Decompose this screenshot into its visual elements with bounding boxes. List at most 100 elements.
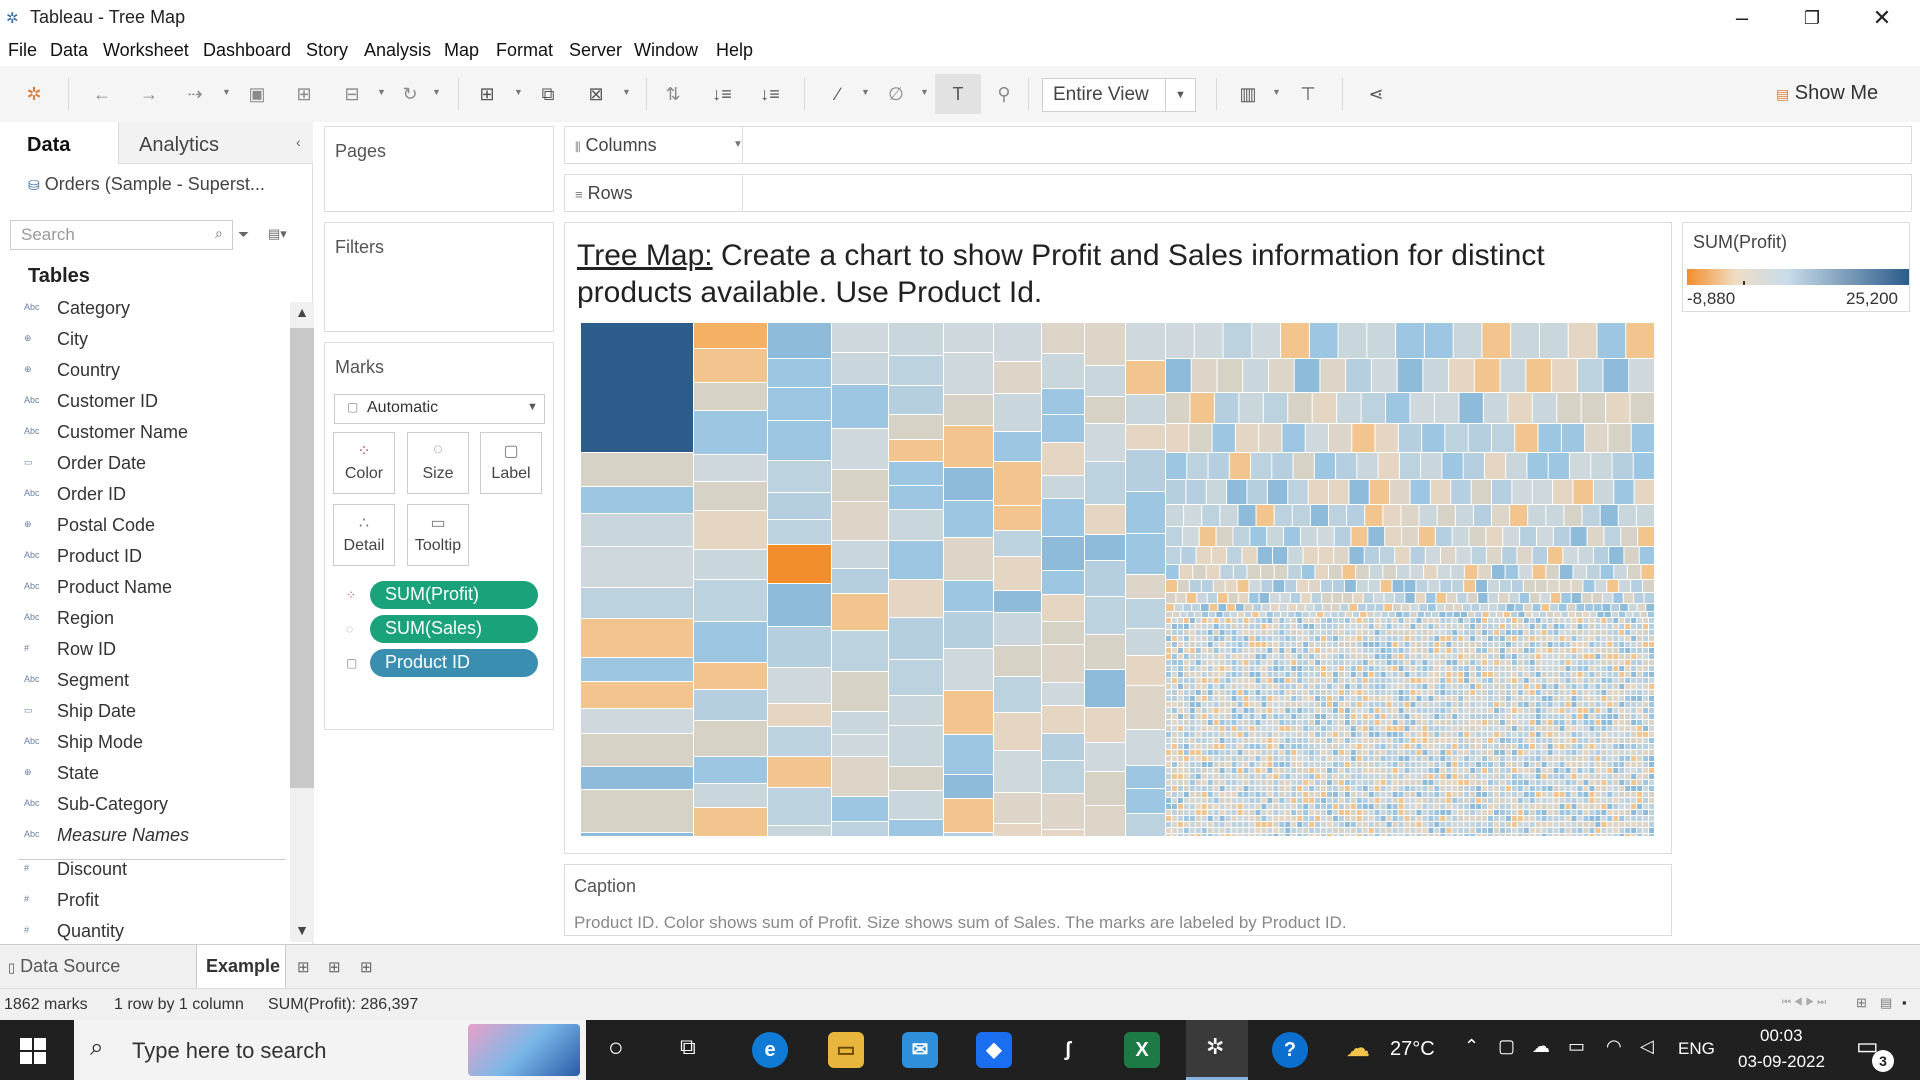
treemap-tile[interactable] xyxy=(1195,708,1201,713)
treemap-tile[interactable] xyxy=(1166,505,1184,526)
treemap-tile[interactable] xyxy=(1392,726,1398,731)
treemap-tile[interactable] xyxy=(1595,822,1601,827)
treemap-tile[interactable] xyxy=(1517,768,1523,773)
treemap-tile[interactable] xyxy=(1621,527,1638,546)
treemap-tile[interactable] xyxy=(1237,756,1243,761)
treemap-tile[interactable] xyxy=(1189,636,1195,641)
treemap-tile[interactable] xyxy=(1625,648,1631,653)
treemap-tile[interactable] xyxy=(1493,780,1499,785)
treemap-tile[interactable] xyxy=(1476,816,1482,821)
treemap-tile[interactable] xyxy=(1458,828,1464,833)
treemap-tile[interactable] xyxy=(1362,660,1368,665)
treemap-tile[interactable] xyxy=(1535,774,1541,779)
treemap-tile[interactable] xyxy=(1452,648,1458,653)
treemap-tile[interactable] xyxy=(1237,714,1243,719)
treemap-tile[interactable] xyxy=(1476,744,1482,749)
treemap-tile[interactable] xyxy=(1327,762,1332,767)
treemap-tile[interactable] xyxy=(1398,834,1404,836)
treemap-tile[interactable] xyxy=(1633,453,1654,479)
treemap-tile[interactable] xyxy=(1356,642,1362,647)
treemap-tile[interactable] xyxy=(1434,714,1440,719)
treemap-tile[interactable] xyxy=(1619,690,1625,695)
treemap-tile[interactable] xyxy=(1464,726,1470,731)
treemap-tile[interactable] xyxy=(994,824,1041,836)
treemap-tile[interactable] xyxy=(1452,642,1458,647)
treemap-tile[interactable] xyxy=(1583,684,1589,689)
treemap-tile[interactable] xyxy=(1303,816,1309,821)
treemap-tile[interactable] xyxy=(1607,822,1613,827)
treemap-tile[interactable] xyxy=(1541,618,1547,623)
treemap-tile[interactable] xyxy=(1559,714,1565,719)
treemap-tile[interactable] xyxy=(1085,535,1125,560)
treemap-tile[interactable] xyxy=(1631,672,1637,677)
treemap-tile[interactable] xyxy=(1177,732,1183,737)
treemap-tile[interactable] xyxy=(1386,780,1392,785)
treemap-tile[interactable] xyxy=(1595,642,1601,647)
treemap-tile[interactable] xyxy=(1601,642,1607,647)
treemap-tile[interactable] xyxy=(1583,654,1589,659)
treemap-tile[interactable] xyxy=(832,631,888,671)
treemap-tile[interactable] xyxy=(1193,565,1206,579)
treemap-tile[interactable] xyxy=(1553,810,1559,815)
treemap-tile[interactable] xyxy=(1237,630,1243,635)
treemap-tile[interactable] xyxy=(1493,648,1499,653)
treemap-tile[interactable] xyxy=(1297,684,1303,689)
field-region[interactable]: Abc Region xyxy=(24,608,114,629)
treemap-tile[interactable] xyxy=(1126,599,1165,628)
treemap-tile[interactable] xyxy=(1374,750,1380,755)
treemap-tile[interactable] xyxy=(1476,768,1482,773)
treemap-tile[interactable] xyxy=(1476,756,1482,761)
treemap-tile[interactable] xyxy=(1428,816,1434,821)
treemap-tile[interactable] xyxy=(1285,798,1291,803)
treemap-tile[interactable] xyxy=(1410,756,1416,761)
treemap-tile[interactable] xyxy=(1499,774,1505,779)
treemap-tile[interactable] xyxy=(1511,720,1517,725)
treemap-tile[interactable] xyxy=(1523,792,1529,797)
treemap-tile[interactable] xyxy=(1527,453,1548,479)
treemap-tile[interactable] xyxy=(1647,612,1654,617)
treemap-tile[interactable] xyxy=(1601,804,1607,809)
treemap-tile[interactable] xyxy=(1428,768,1434,773)
treemap-tile[interactable] xyxy=(1476,618,1482,623)
treemap-tile[interactable] xyxy=(1303,834,1309,836)
treemap-tile[interactable] xyxy=(1571,690,1577,695)
treemap-tile[interactable] xyxy=(1505,696,1511,701)
treemap-tile[interactable] xyxy=(1571,762,1577,767)
treemap-tile[interactable] xyxy=(1362,654,1368,659)
treemap-tile[interactable] xyxy=(1332,672,1338,677)
treemap-tile[interactable] xyxy=(1392,828,1398,833)
treemap-tile[interactable] xyxy=(1458,660,1464,665)
treemap-tile[interactable] xyxy=(1607,774,1613,779)
treemap-tile[interactable] xyxy=(1177,636,1183,641)
treemap-tile[interactable] xyxy=(1631,810,1637,815)
treemap-tile[interactable] xyxy=(1505,726,1511,731)
treemap-tile[interactable] xyxy=(1643,744,1649,749)
treemap-tile[interactable] xyxy=(1547,780,1553,785)
treemap-tile[interactable] xyxy=(1625,816,1631,821)
treemap-tile[interactable] xyxy=(1255,804,1261,809)
treemap-tile[interactable] xyxy=(1577,672,1583,677)
treemap-tile[interactable] xyxy=(1219,636,1225,641)
treemap-tile[interactable] xyxy=(1207,630,1213,635)
treemap-tile[interactable] xyxy=(1416,726,1422,731)
treemap-tile[interactable] xyxy=(1613,738,1619,743)
treemap-tile[interactable] xyxy=(1637,642,1643,647)
treemap-tile[interactable] xyxy=(1476,804,1482,809)
treemap-tile[interactable] xyxy=(1613,648,1619,653)
treemap-tile[interactable] xyxy=(1249,738,1255,743)
field-category[interactable]: Abc Category xyxy=(24,298,130,319)
wifi-icon[interactable]: ◠ xyxy=(1606,1036,1622,1057)
treemap-tile[interactable] xyxy=(1601,762,1607,767)
treemap-tile[interactable] xyxy=(1225,618,1231,623)
treemap-tile[interactable] xyxy=(1356,648,1362,653)
treemap-tile[interactable] xyxy=(1386,393,1410,423)
treemap-tile[interactable] xyxy=(1643,678,1649,683)
treemap-tile[interactable] xyxy=(1386,804,1392,809)
treemap-tile[interactable] xyxy=(1482,714,1488,719)
treemap-tile[interactable] xyxy=(1583,744,1589,749)
treemap-tile[interactable] xyxy=(1361,393,1386,423)
treemap-tile[interactable] xyxy=(694,383,767,410)
treemap-tile[interactable] xyxy=(1237,762,1243,767)
treemap-tile[interactable] xyxy=(581,833,693,836)
treemap-tile[interactable] xyxy=(1523,726,1529,731)
